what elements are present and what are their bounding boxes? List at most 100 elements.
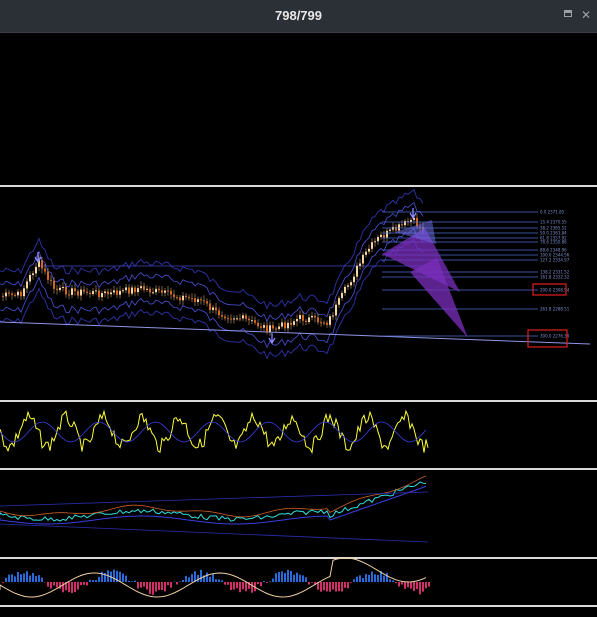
histogram-bar	[188, 577, 190, 582]
histogram-bar	[68, 582, 70, 593]
ma-line	[0, 491, 429, 507]
candle	[56, 288, 58, 291]
histogram-bar	[353, 579, 355, 582]
candle	[215, 307, 217, 311]
candle	[59, 287, 61, 291]
histogram-bar	[326, 582, 328, 592]
candle	[44, 268, 46, 272]
histogram-bar	[305, 577, 307, 582]
histogram-bar	[131, 581, 133, 582]
histogram-bar	[152, 582, 154, 595]
candle	[248, 318, 250, 321]
oscillator-signal	[0, 421, 427, 443]
histogram-bar	[218, 579, 220, 582]
histogram-bar	[2, 582, 4, 584]
candle	[20, 291, 22, 297]
candle	[206, 301, 208, 304]
candle	[26, 281, 28, 289]
candle	[137, 288, 139, 293]
histogram-bar	[296, 572, 298, 582]
histogram-bar	[155, 582, 157, 592]
candle	[158, 288, 160, 291]
candle	[323, 322, 325, 324]
candle	[350, 282, 352, 286]
candle	[14, 294, 16, 296]
candle	[89, 292, 91, 295]
histogram-bar	[428, 582, 430, 587]
candle	[71, 288, 73, 295]
histogram-bar	[98, 576, 100, 582]
histogram-bar	[398, 582, 400, 587]
histogram-bar	[404, 582, 406, 589]
fib-level-label: 200.0 2308.94	[540, 288, 570, 293]
histogram-bar	[290, 570, 292, 582]
candle	[131, 287, 133, 294]
histogram-bar	[224, 582, 226, 585]
candle	[335, 304, 337, 316]
ma-line	[0, 523, 429, 543]
histogram-bar	[419, 582, 421, 595]
histogram-bar	[86, 582, 88, 586]
candle	[47, 271, 49, 280]
candle	[104, 291, 106, 294]
candle	[395, 226, 397, 231]
histogram-bar	[257, 582, 259, 585]
candle	[77, 291, 79, 296]
histogram-bar	[83, 582, 85, 585]
ma-line	[0, 475, 427, 518]
histogram-bar	[8, 574, 10, 582]
candle	[389, 229, 391, 231]
histogram-bar	[164, 582, 166, 592]
candle	[359, 263, 361, 266]
candle	[230, 318, 232, 320]
histogram-bar	[5, 577, 7, 582]
histogram-bar	[47, 582, 49, 587]
histogram-bar	[23, 573, 25, 582]
candle	[149, 288, 151, 293]
fib-level-label: 300.0 2276.34	[540, 334, 570, 339]
candle	[179, 297, 181, 301]
candle	[110, 292, 112, 295]
candle	[68, 294, 70, 296]
histogram-bar	[197, 574, 199, 582]
candle	[74, 288, 76, 292]
histogram-bar	[92, 580, 94, 582]
candle	[347, 285, 349, 287]
candle	[377, 237, 379, 242]
histogram-bar	[242, 582, 244, 590]
candle	[305, 320, 307, 323]
candle	[203, 300, 205, 302]
histogram-bar	[125, 575, 127, 582]
candle	[302, 315, 304, 321]
candle	[299, 315, 301, 320]
candle	[98, 290, 100, 298]
histogram-bar	[338, 582, 340, 592]
candle	[152, 292, 154, 294]
histogram-bar	[158, 582, 160, 590]
candle	[281, 322, 283, 327]
histogram-bar	[191, 574, 193, 582]
candle	[143, 286, 145, 290]
histogram-bar	[185, 575, 187, 582]
candle	[218, 310, 220, 316]
histogram-bar	[359, 575, 361, 582]
candle	[224, 316, 226, 319]
histogram-bar	[389, 579, 391, 582]
ma-line	[0, 485, 427, 525]
candle	[146, 288, 148, 290]
price-chart[interactable]: 0.0 2371.8515.4 2370.5538.2 2365.5250.0 …	[0, 0, 597, 617]
histogram-bar	[302, 575, 304, 582]
candle	[353, 276, 355, 283]
histogram-bar	[227, 582, 229, 585]
candle	[368, 248, 370, 252]
histogram-bar	[299, 574, 301, 582]
candle	[341, 292, 343, 299]
histogram-bar	[212, 573, 214, 582]
histogram-bar	[77, 582, 79, 590]
candle	[263, 325, 265, 328]
candle	[23, 288, 25, 297]
histogram-bar	[62, 582, 64, 593]
candle	[134, 287, 136, 293]
candle	[11, 293, 13, 295]
candle	[266, 325, 268, 332]
